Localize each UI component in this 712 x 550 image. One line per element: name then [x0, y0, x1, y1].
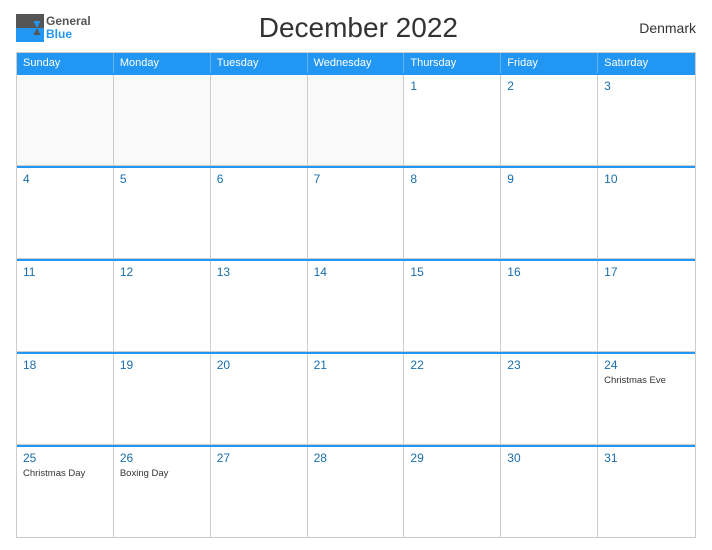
- week-row-3: 11 12 13 14 15 16 17: [17, 259, 695, 352]
- day-cell-22-3-4: 22: [404, 354, 501, 444]
- day-number-4: 4: [23, 172, 107, 186]
- day-cell-16-2-5: 16: [501, 261, 598, 351]
- day-number-31: 31: [604, 451, 689, 465]
- day-cell-12-2-1: 12: [114, 261, 211, 351]
- day-number-18: 18: [23, 358, 107, 372]
- day-number-5: 5: [120, 172, 204, 186]
- country-label: Denmark: [626, 20, 696, 36]
- day-cell-empty-0-0: [17, 75, 114, 165]
- logo: General Blue: [16, 14, 91, 42]
- logo-blue-text: Blue: [46, 28, 91, 41]
- header-sunday: Sunday: [17, 53, 114, 73]
- day-number-30: 30: [507, 451, 591, 465]
- logo-text: General Blue: [46, 15, 91, 41]
- day-number-7: 7: [314, 172, 398, 186]
- day-cell-18-3-0: 18: [17, 354, 114, 444]
- day-number-27: 27: [217, 451, 301, 465]
- day-number-14: 14: [314, 265, 398, 279]
- day-event-26: Boxing Day: [120, 468, 169, 479]
- day-cell-25-4-0: 25 Christmas Day: [17, 447, 114, 537]
- day-number-20: 20: [217, 358, 301, 372]
- day-cell-24-3-6: 24 Christmas Eve: [598, 354, 695, 444]
- day-number-2: 2: [507, 79, 591, 93]
- header-monday: Monday: [114, 53, 211, 73]
- day-cell-19-3-1: 19: [114, 354, 211, 444]
- day-number-28: 28: [314, 451, 398, 465]
- day-number-12: 12: [120, 265, 204, 279]
- day-cell-1-0-4: 1: [404, 75, 501, 165]
- day-number-1: 1: [410, 79, 494, 93]
- day-cell-20-3-2: 20: [211, 354, 308, 444]
- day-cell-empty-0-3: [308, 75, 405, 165]
- week-row-2: 456789 10: [17, 166, 695, 259]
- day-cell-26-4-1: 26 Boxing Day: [114, 447, 211, 537]
- day-cell-14-2-3: 14: [308, 261, 405, 351]
- day-cell-5-1-1: 5: [114, 168, 211, 258]
- day-cell-13-2-2: 13: [211, 261, 308, 351]
- day-cell-8-1-4: 8: [404, 168, 501, 258]
- day-event-24: Christmas Eve: [604, 375, 666, 386]
- day-number-29: 29: [410, 451, 494, 465]
- day-number-10: 10: [604, 172, 689, 186]
- day-cell-9-1-5: 9: [501, 168, 598, 258]
- day-number-3: 3: [604, 79, 689, 93]
- day-number-26: 26: [120, 451, 204, 465]
- day-number-24: 24: [604, 358, 689, 372]
- day-number-9: 9: [507, 172, 591, 186]
- week-row-1: 123: [17, 73, 695, 166]
- calendar-grid: Sunday Monday Tuesday Wednesday Thursday…: [16, 52, 696, 538]
- day-number-25: 25: [23, 451, 107, 465]
- header: General Blue December 2022 Denmark: [16, 12, 696, 44]
- day-number-13: 13: [217, 265, 301, 279]
- day-cell-6-1-2: 6: [211, 168, 308, 258]
- day-cell-30-4-5: 30: [501, 447, 598, 537]
- weeks-container: 123456789101112131415161718192021222324C…: [17, 73, 695, 537]
- day-cell-empty-0-2: [211, 75, 308, 165]
- calendar-page: General Blue December 2022 Denmark Sunda…: [0, 0, 712, 550]
- day-number-21: 21: [314, 358, 398, 372]
- day-number-17: 17: [604, 265, 689, 279]
- logo-icon: [16, 14, 44, 42]
- week-row-4: 18 19 20 21 22 23 24 Christmas Eve: [17, 352, 695, 445]
- day-cell-23-3-5: 23: [501, 354, 598, 444]
- header-saturday: Saturday: [598, 53, 695, 73]
- day-cell-4-1-0: 4: [17, 168, 114, 258]
- header-friday: Friday: [501, 53, 598, 73]
- week-row-5: 25 Christmas Day 26 Boxing Day 27 28 29 30 31: [17, 445, 695, 537]
- day-cell-7-1-3: 7: [308, 168, 405, 258]
- day-cell-10-1-6: 10: [598, 168, 695, 258]
- day-cell-31-4-6: 31: [598, 447, 695, 537]
- day-cell-empty-0-1: [114, 75, 211, 165]
- day-cell-27-4-2: 27: [211, 447, 308, 537]
- header-wednesday: Wednesday: [308, 53, 405, 73]
- day-number-11: 11: [23, 265, 107, 279]
- day-number-16: 16: [507, 265, 591, 279]
- day-number-8: 8: [410, 172, 494, 186]
- day-headers-row: Sunday Monday Tuesday Wednesday Thursday…: [17, 53, 695, 73]
- header-tuesday: Tuesday: [211, 53, 308, 73]
- day-cell-15-2-4: 15: [404, 261, 501, 351]
- day-cell-28-4-3: 28: [308, 447, 405, 537]
- header-thursday: Thursday: [404, 53, 501, 73]
- day-cell-29-4-4: 29: [404, 447, 501, 537]
- day-cell-21-3-3: 21: [308, 354, 405, 444]
- calendar-title: December 2022: [91, 12, 626, 44]
- day-number-19: 19: [120, 358, 204, 372]
- day-event-25: Christmas Day: [23, 468, 85, 479]
- day-number-6: 6: [217, 172, 301, 186]
- day-cell-3-0-6: 3: [598, 75, 695, 165]
- day-number-23: 23: [507, 358, 591, 372]
- day-number-22: 22: [410, 358, 494, 372]
- day-cell-11-2-0: 11: [17, 261, 114, 351]
- day-cell-17-2-6: 17: [598, 261, 695, 351]
- day-cell-2-0-5: 2: [501, 75, 598, 165]
- day-number-15: 15: [410, 265, 494, 279]
